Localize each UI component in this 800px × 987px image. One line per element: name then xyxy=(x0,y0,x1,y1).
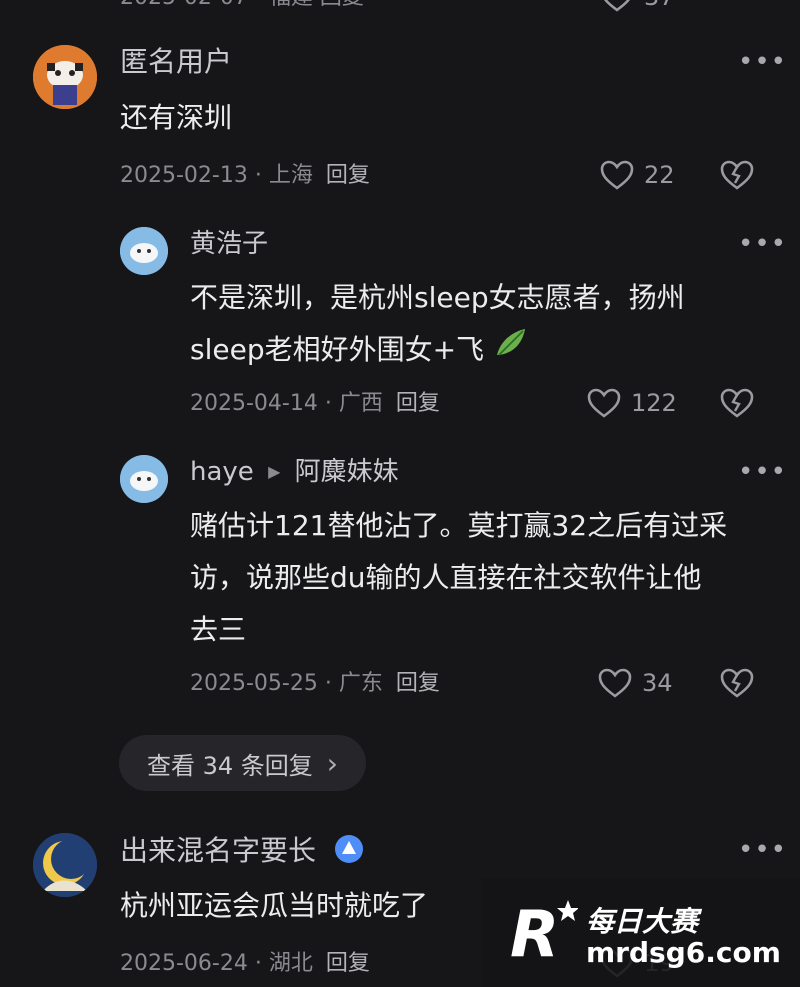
svg-text:R: R xyxy=(510,898,559,966)
reply-target-user[interactable]: 阿麋妹妹 xyxy=(295,457,399,487)
more-options-icon[interactable]: ••• xyxy=(738,49,787,75)
avatar[interactable] xyxy=(33,833,97,897)
watermark-title: 每日大赛 xyxy=(586,905,699,938)
more-options-icon[interactable]: ••• xyxy=(738,459,787,485)
comment-text: 还有深圳 xyxy=(120,101,233,134)
reply-location: 广东 xyxy=(338,671,383,696)
reply-arrow-icon: ▶ xyxy=(268,462,281,481)
reply-location: 广西 xyxy=(338,391,383,416)
comment-username[interactable]: 匿名用户 xyxy=(120,46,232,78)
comment-date: 2025-02-13 xyxy=(120,163,248,188)
dislike-button[interactable] xyxy=(720,388,754,418)
meta-separator: · xyxy=(324,671,339,696)
comment-location: 上海 xyxy=(268,163,313,188)
watermark-overlay: R 每日大赛 mrdsg6.com xyxy=(482,878,800,987)
reply-meta: 2025-04-14 · 广西 回复 xyxy=(190,390,440,418)
previous-like-group[interactable]: 37 xyxy=(600,0,675,12)
reply-text-line: 访，说那些du输的人直接在社交软件让他 xyxy=(190,561,702,594)
reply-button[interactable]: 回复 xyxy=(396,391,440,416)
broken-heart-icon xyxy=(720,160,754,190)
view-more-label: 查看 34 条回复 xyxy=(147,751,313,780)
meta-separator: · xyxy=(254,951,269,976)
heart-icon xyxy=(598,668,632,698)
reply-button[interactable]: 回复 xyxy=(326,951,370,976)
comment-meta: 2025-06-24 · 湖北 回复 xyxy=(120,950,370,978)
broken-heart-icon xyxy=(720,668,754,698)
comment-location: 湖北 xyxy=(268,951,313,976)
like-count: 22 xyxy=(644,161,675,189)
watermark-logo: R xyxy=(510,896,579,972)
comment-username: 出来混名字要长 xyxy=(120,835,363,867)
comment-author[interactable]: 出来混名字要长 xyxy=(120,834,316,867)
chevron-right-icon: › xyxy=(326,746,338,780)
meta-separator: · xyxy=(324,391,339,416)
dislike-button[interactable] xyxy=(720,668,754,698)
comment-date: 2025-06-24 xyxy=(120,951,248,976)
avatar[interactable] xyxy=(120,227,168,275)
like-count: 37 xyxy=(644,0,675,11)
broken-heart-icon xyxy=(720,388,754,418)
verified-badge-icon xyxy=(334,835,363,863)
like-count: 34 xyxy=(642,669,673,697)
reply-author[interactable]: haye xyxy=(190,457,254,487)
like-button[interactable]: 34 xyxy=(598,668,673,698)
reply-username: haye ▶ 阿麋妹妹 xyxy=(190,456,399,491)
watermark-url: mrdsg6.com xyxy=(586,936,781,969)
reply-text-line: sleep老相好外围女+飞 xyxy=(190,324,529,378)
reply-button[interactable]: 回复 xyxy=(396,671,440,696)
more-options-icon[interactable]: ••• xyxy=(738,231,787,257)
like-button[interactable]: 22 xyxy=(600,160,675,190)
reply-text-line: 赌估计121替他沾了。莫打赢32之后有过采 xyxy=(190,509,728,542)
heart-icon xyxy=(600,160,634,190)
reply-button[interactable]: 回复 xyxy=(326,163,370,188)
like-button[interactable]: 122 xyxy=(587,388,677,418)
dislike-button[interactable] xyxy=(720,160,754,190)
reply-text-line: 不是深圳，是杭州sleep女志愿者，扬州 xyxy=(190,281,685,314)
more-options-icon[interactable]: ••• xyxy=(738,837,787,863)
reply-meta: 2025-05-25 · 广东 回复 xyxy=(190,670,440,698)
reply-username[interactable]: 黄浩子 xyxy=(190,228,268,260)
comment-meta: 2025-02-13 · 上海 回复 xyxy=(120,162,370,190)
reply-text-line: 去三 xyxy=(190,613,247,646)
heart-icon xyxy=(587,388,621,418)
comment-text: 杭州亚运会瓜当时就吃了 xyxy=(120,889,429,922)
heart-icon xyxy=(600,0,634,12)
previous-comment-meta: 2025-02-07 · 福建 回复 xyxy=(120,0,364,12)
leaf-emoji-icon xyxy=(493,325,529,378)
reply-date: 2025-04-14 xyxy=(190,391,318,416)
reply-date: 2025-05-25 xyxy=(190,671,318,696)
like-count: 122 xyxy=(631,389,677,417)
view-more-replies-button[interactable]: 查看 34 条回复 › xyxy=(119,735,366,791)
avatar[interactable] xyxy=(33,45,97,109)
meta-separator: · xyxy=(254,163,269,188)
avatar[interactable] xyxy=(120,455,168,503)
